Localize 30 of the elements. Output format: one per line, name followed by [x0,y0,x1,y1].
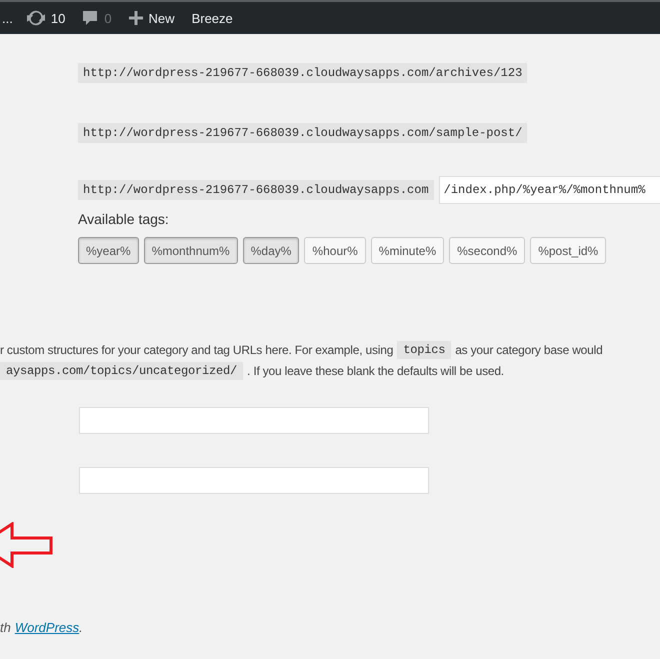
tag-button[interactable]: %day% [242,237,300,264]
base-input-field[interactable] [79,467,429,494]
tag-button[interactable]: %post_id% [530,237,606,264]
refresh-icon [26,9,45,27]
arrow-annotation [0,522,54,568]
updates-link[interactable]: 10 [26,9,66,27]
speech-bubble-icon [82,10,98,26]
tag-button[interactable]: %hour% [304,237,366,264]
sample-url: http://wordpress-219677-668039.cloudwaysapps.com/sample-post/ [78,123,528,143]
new-link[interactable]: New [128,10,175,26]
description-text: r custom structures for your category and tag URLs here. For example, using [0,342,394,356]
plus-icon [128,11,143,25]
wordpress-link[interactable]: WordPress [14,620,80,635]
url-prefix: http://wordpress-219677-668039.cloudwaysapps.com [78,180,434,200]
tag-button[interactable]: %second% [449,237,526,264]
admin-bar-link[interactable]: ... [2,10,13,26]
tag-button[interactable]: %year% [78,237,139,264]
base-input-field[interactable] [79,407,429,434]
tag-button[interactable]: %monthnum% [144,237,238,264]
footer-period: . [79,620,83,635]
description-text: . If you leave these blank the defaults will be used. [247,364,504,378]
code-sample: topics [397,340,452,358]
tag-button[interactable]: %minute% [370,237,444,264]
sample-url: http://wordpress-219677-668039.cloudwaysapps.com/archives/123 [78,63,528,83]
available-tags-label: Available tags: [78,211,170,227]
code-sample: aysapps.com/topics/uncategorized/ [0,362,244,380]
description-text: as your category base would [455,342,603,356]
custom-structure-field[interactable]: /index.php/%year%/%monthnum% [438,176,660,204]
footer-text: th [0,620,11,635]
admin-bar-link[interactable]: Breeze [192,10,233,26]
